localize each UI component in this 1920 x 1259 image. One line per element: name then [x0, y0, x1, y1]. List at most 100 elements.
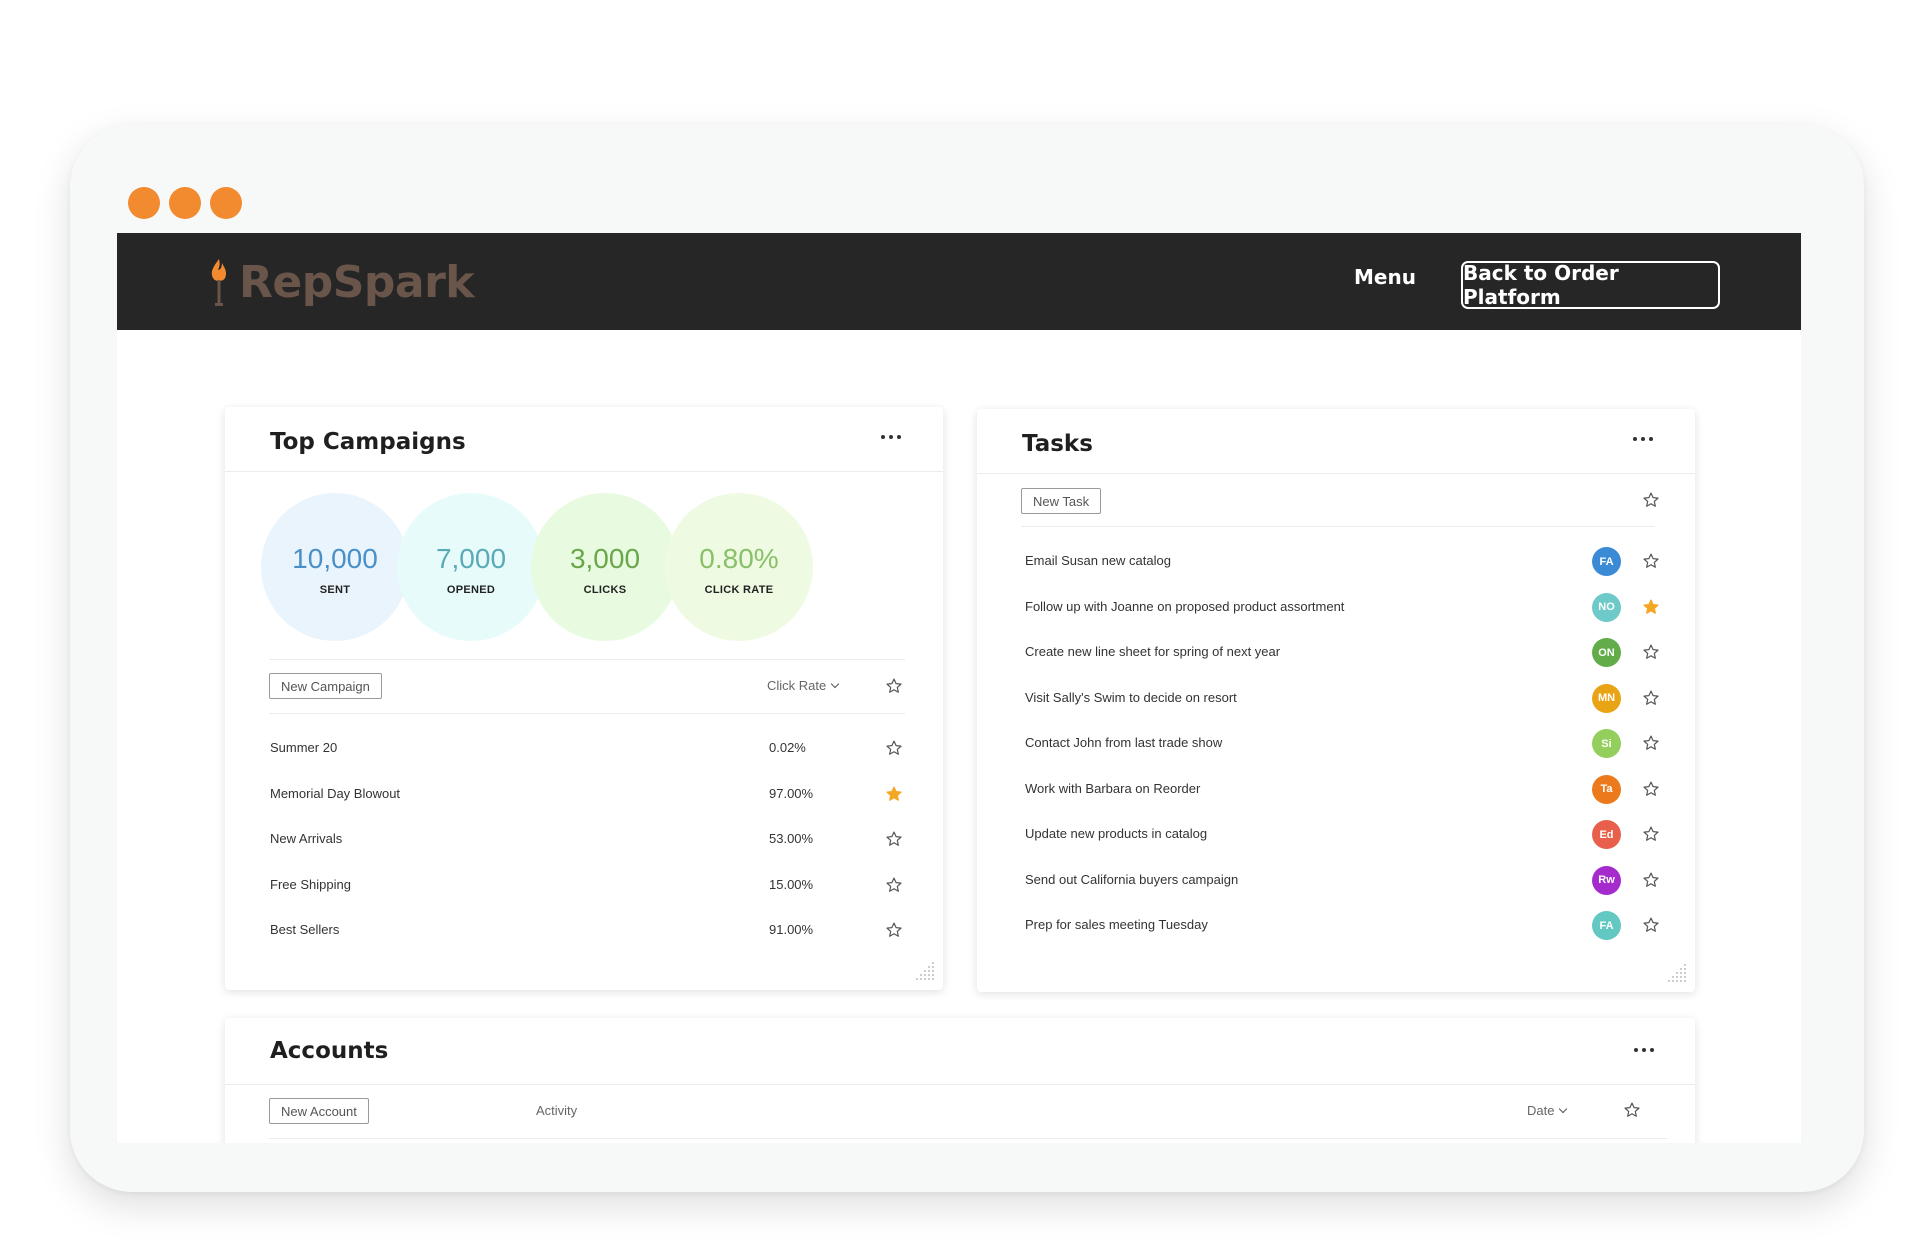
star-icon[interactable] [1642, 871, 1660, 889]
click-rate-value: 15.00% [769, 876, 814, 892]
task-text: Follow up with Joanne on proposed produc… [1025, 598, 1345, 614]
top-campaigns-card: Top Campaigns 10,000 SENT 7,000 OPENED 3,000… [225, 407, 943, 990]
new-account-button[interactable]: New Account [269, 1098, 369, 1124]
avatar[interactable]: Ta [1592, 774, 1621, 804]
divider [269, 659, 905, 660]
task-text: Contact John from last trade show [1025, 735, 1223, 750]
window-dot-maximize[interactable] [210, 187, 242, 219]
chevron-down-icon [1559, 1104, 1568, 1113]
table-row[interactable]: New Arrivals 53.00% [225, 828, 943, 852]
task-text: Prep for sales meeting Tuesday [1025, 917, 1208, 932]
window-controls [128, 187, 242, 219]
accounts-card: Accounts New Account Activity Date [225, 1018, 1695, 1143]
list-item[interactable]: Create new line sheet for spring of next… [977, 638, 1695, 668]
window-dot-close[interactable] [128, 187, 160, 219]
task-text: Send out California buyers campaign [1025, 871, 1239, 887]
stat-circle: 7,000 OPENED [397, 493, 545, 641]
campaign-name: Summer 20 [270, 740, 338, 755]
menu-link[interactable]: Menu [1354, 265, 1416, 289]
avatar[interactable]: FA [1592, 547, 1621, 576]
star-icon[interactable] [885, 921, 903, 939]
stat-label: SENT [319, 583, 351, 596]
table-row[interactable]: Memorial Day Blowout 97.00% [225, 783, 943, 807]
divider [225, 1084, 1695, 1085]
list-item[interactable]: Contact John from last trade show Si [977, 729, 1695, 759]
click-rate-sort[interactable]: Click Rate [767, 678, 840, 693]
star-icon[interactable] [1642, 491, 1660, 509]
task-text: Work with Barbara on Reorder [1025, 780, 1201, 796]
window-dot-minimize[interactable] [169, 187, 201, 219]
divider [225, 471, 943, 472]
flame-icon [211, 259, 227, 306]
sort-label: Date [1527, 1103, 1555, 1118]
stat-circle: 3,000 CLICKS [531, 493, 679, 641]
task-text: Update new products in catalog [1025, 826, 1208, 841]
back-to-order-platform-button[interactable]: Back to Order Platform [1461, 261, 1720, 309]
list-item[interactable]: Email Susan new catalog FA [977, 547, 1695, 577]
click-rate-value: 0.02% [769, 740, 806, 755]
avatar[interactable]: MN [1592, 683, 1621, 713]
star-icon[interactable] [885, 739, 903, 757]
list-item[interactable]: Work with Barbara on Reorder Ta [977, 774, 1695, 805]
resize-grip-icon[interactable] [1663, 961, 1689, 987]
new-task-button[interactable]: New Task [1021, 488, 1102, 514]
star-icon[interactable] [1642, 689, 1660, 707]
date-sort[interactable]: Date [1527, 1103, 1568, 1118]
card-title: Top Campaigns [270, 429, 466, 455]
more-horizontal-icon[interactable] [1633, 437, 1653, 443]
stat-value: 3,000 [569, 542, 641, 574]
star-icon[interactable] [885, 677, 903, 695]
click-rate-value: 97.00% [769, 785, 814, 801]
star-icon[interactable] [885, 830, 903, 848]
new-campaign-button[interactable]: New Campaign [269, 673, 382, 699]
avatar[interactable]: Rw [1592, 865, 1621, 895]
task-text: Create new line sheet for spring of next… [1025, 644, 1281, 659]
list-item[interactable]: Prep for sales meeting Tuesday FA [977, 911, 1695, 941]
star-icon[interactable] [1623, 1101, 1641, 1119]
divider [1021, 526, 1655, 527]
brand-name: RepSpark [239, 257, 475, 308]
avatar[interactable]: NO [1592, 592, 1621, 622]
star-icon[interactable] [1642, 643, 1660, 661]
list-item[interactable]: Visit Sally's Swim to decide on resort MN [977, 683, 1695, 714]
activity-column-header: Activity [536, 1103, 578, 1118]
stat-circle: 10,000 SENT [261, 493, 409, 641]
click-rate-value: 91.00% [769, 922, 814, 937]
table-row[interactable]: Summer 20 0.02% [225, 737, 943, 761]
brand-logo[interactable]: RepSpark [207, 257, 475, 309]
table-row[interactable]: Free Shipping 15.00% [225, 874, 943, 898]
campaign-name: Free Shipping [270, 876, 351, 892]
avatar[interactable]: FA [1592, 911, 1621, 940]
chevron-down-icon [831, 679, 840, 688]
list-item[interactable]: Update new products in catalog Ed [977, 820, 1695, 850]
table-row[interactable]: Best Sellers 91.00% [225, 919, 943, 943]
resize-grip-icon[interactable] [911, 959, 937, 985]
more-horizontal-icon[interactable] [881, 435, 901, 441]
avatar[interactable]: ON [1592, 638, 1621, 667]
more-horizontal-icon[interactable] [1634, 1048, 1654, 1054]
star-icon[interactable] [1642, 734, 1660, 752]
star-icon[interactable] [1642, 552, 1660, 570]
tasks-card: Tasks New Task Email Susan new catalog FA… [977, 409, 1695, 992]
stat-value: 10,000 [292, 542, 378, 574]
star-icon[interactable] [1642, 780, 1660, 798]
star-icon[interactable] [1642, 825, 1660, 843]
divider [269, 1138, 1667, 1139]
divider [977, 473, 1695, 474]
app-screen: RepSpark Menu Back to Order Platform Top… [117, 233, 1801, 1143]
star-icon[interactable] [885, 876, 903, 894]
star-icon[interactable] [1642, 598, 1660, 616]
star-icon[interactable] [885, 785, 903, 803]
stat-label: CLICKS [583, 583, 627, 596]
star-icon[interactable] [1642, 916, 1660, 934]
card-title: Tasks [1022, 431, 1093, 457]
list-item[interactable]: Send out California buyers campaign Rw [977, 865, 1695, 896]
list-item[interactable]: Follow up with Joanne on proposed produc… [977, 592, 1695, 623]
card-title: Accounts [270, 1038, 389, 1064]
stat-value: 7,000 [435, 542, 507, 574]
avatar[interactable]: Ed [1592, 820, 1621, 849]
avatar[interactable]: Si [1592, 729, 1621, 758]
divider [269, 713, 905, 714]
task-text: Email Susan new catalog [1025, 553, 1171, 568]
stat-value: 0.80% [699, 542, 779, 574]
